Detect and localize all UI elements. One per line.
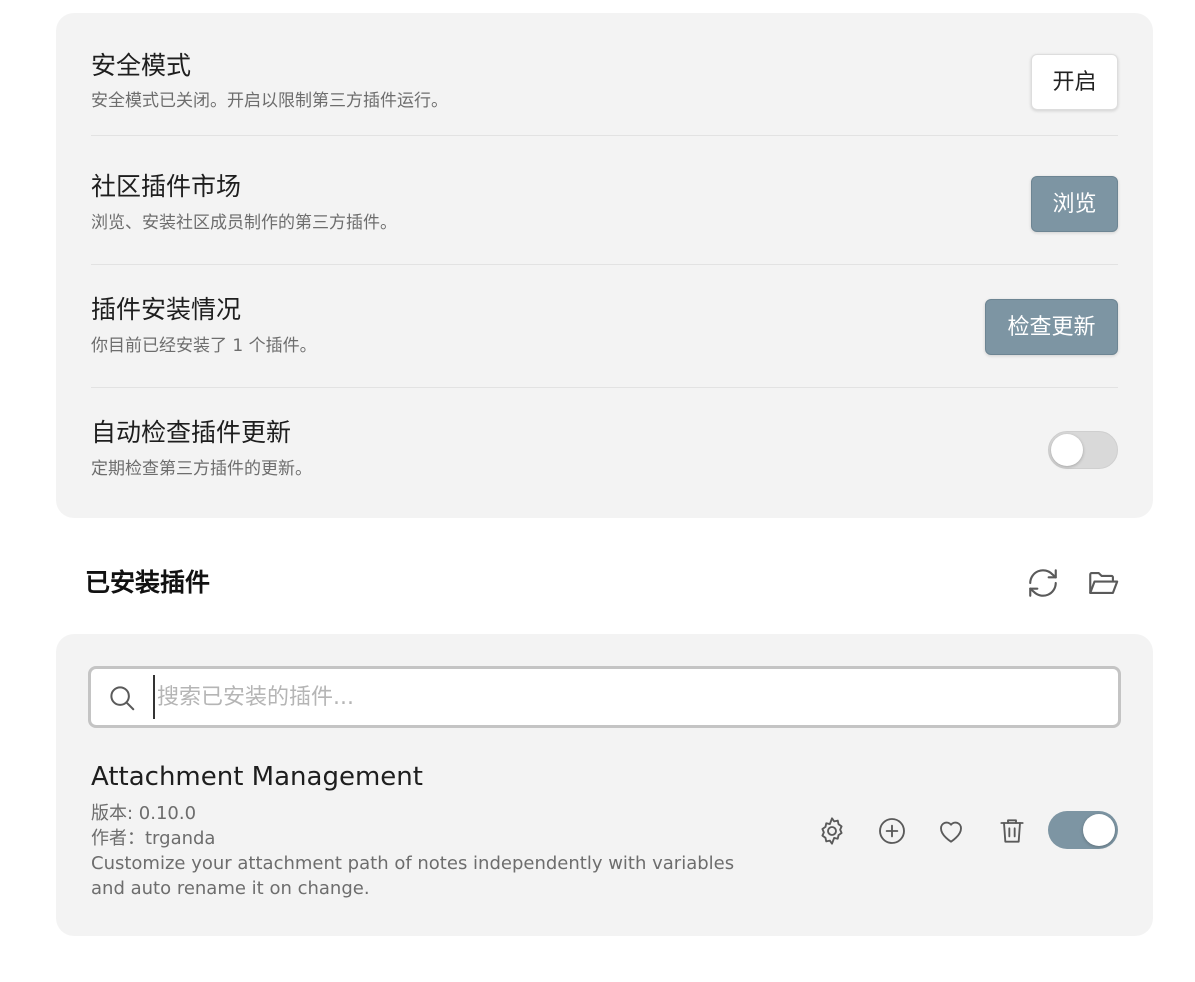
setting-row-auto-check-updates: 自动检查插件更新 定期检查第三方插件的更新。 bbox=[91, 388, 1118, 511]
gear-icon[interactable] bbox=[816, 815, 848, 847]
search-icon bbox=[107, 683, 137, 713]
setting-row-community-market: 社区插件市场 浏览、安装社区成员制作的第三方插件。 浏览 bbox=[91, 142, 1118, 265]
plugin-enabled-toggle[interactable] bbox=[1048, 811, 1118, 849]
setting-description: 浏览、安装社区成员制作的第三方插件。 bbox=[91, 213, 397, 233]
settings-card: 安全模式 安全模式已关闭。开启以限制第三方插件运行。 开启 社区插件市场 浏览、… bbox=[56, 13, 1153, 518]
plugin-author: 作者：trganda bbox=[91, 828, 216, 849]
search-box bbox=[88, 666, 1121, 728]
refresh-icon[interactable] bbox=[1026, 566, 1060, 600]
plugin-description-line: Customize your attachment path of notes … bbox=[91, 853, 735, 874]
setting-description: 定期检查第三方插件的更新。 bbox=[91, 459, 312, 479]
check-updates-button[interactable]: 检查更新 bbox=[985, 299, 1118, 355]
auto-check-updates-toggle[interactable] bbox=[1048, 431, 1118, 469]
browse-button[interactable]: 浏览 bbox=[1031, 176, 1118, 232]
heart-icon[interactable] bbox=[935, 815, 967, 847]
toggle-knob bbox=[1083, 814, 1115, 846]
trash-icon[interactable] bbox=[996, 815, 1028, 847]
setting-title: 插件安装情况 bbox=[91, 295, 242, 324]
setting-title: 自动检查插件更新 bbox=[91, 418, 292, 447]
setting-title: 安全模式 bbox=[91, 51, 192, 80]
installed-plugins-card: Attachment Management 版本: 0.10.0 作者：trga… bbox=[56, 634, 1153, 936]
installed-plugins-heading: 已安装插件 bbox=[85, 568, 211, 597]
setting-description: 安全模式已关闭。开启以限制第三方插件运行。 bbox=[91, 91, 448, 111]
plugin-description-line: and auto rename it on change. bbox=[91, 878, 370, 899]
folder-open-icon[interactable] bbox=[1086, 566, 1120, 600]
toggle-knob bbox=[1051, 434, 1083, 466]
setting-row-plugin-status: 插件安装情况 你目前已经安装了 1 个插件。 检查更新 bbox=[91, 265, 1118, 388]
setting-description: 你目前已经安装了 1 个插件。 bbox=[91, 336, 317, 356]
plugin-version: 版本: 0.10.0 bbox=[91, 803, 197, 824]
plus-circle-icon[interactable] bbox=[876, 815, 908, 847]
search-input[interactable] bbox=[153, 675, 1103, 719]
setting-title: 社区插件市场 bbox=[91, 172, 242, 201]
plugin-name: Attachment Management bbox=[91, 762, 423, 792]
turn-on-safe-mode-button[interactable]: 开启 bbox=[1031, 54, 1118, 110]
setting-row-safe-mode: 安全模式 安全模式已关闭。开启以限制第三方插件运行。 开启 bbox=[91, 13, 1118, 136]
